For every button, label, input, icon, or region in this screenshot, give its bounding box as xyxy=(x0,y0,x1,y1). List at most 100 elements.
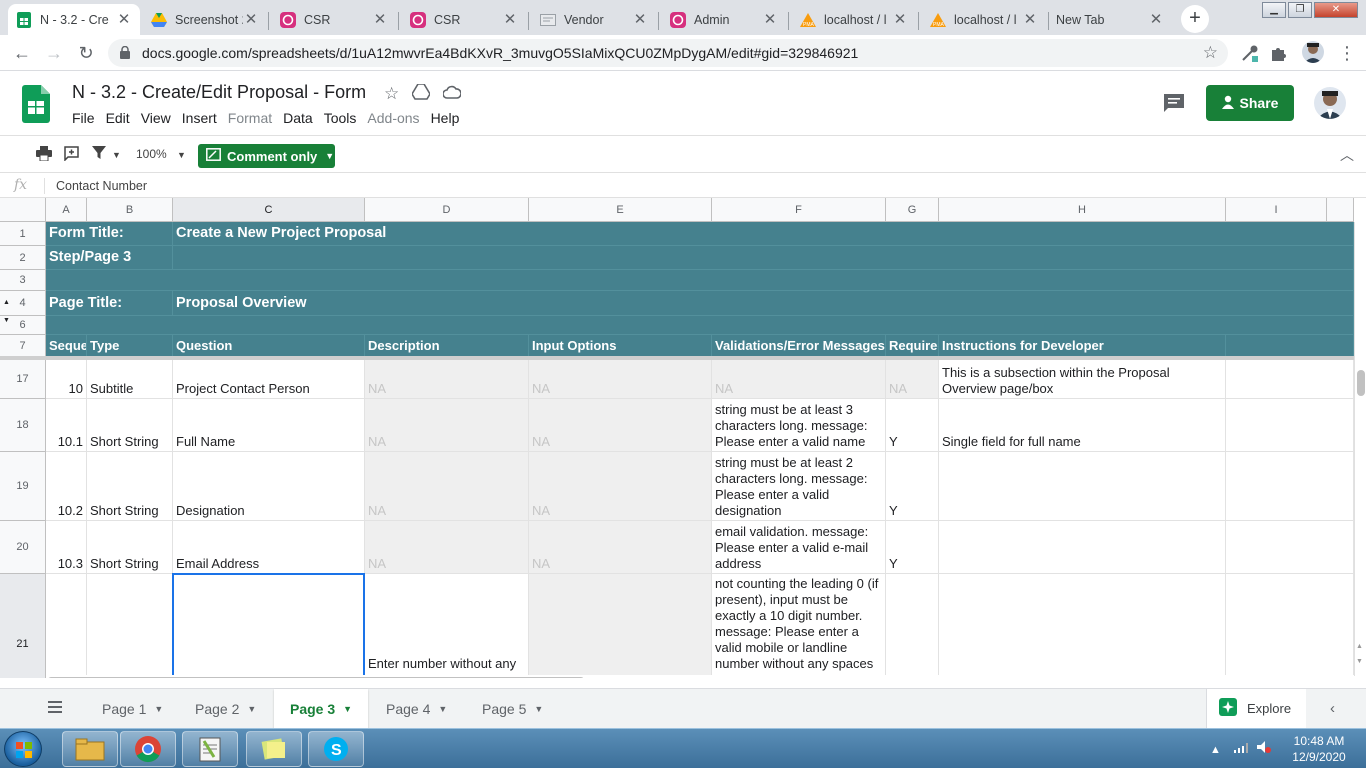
menu-file[interactable]: File xyxy=(72,110,95,126)
menu-tools[interactable]: Tools xyxy=(324,110,357,126)
sheet-tab-page-3[interactable]: Page 3 ▼ xyxy=(274,689,369,728)
back-button[interactable]: ← xyxy=(11,42,33,64)
vertical-scroll-thumb[interactable] xyxy=(1357,370,1365,396)
column-header-h[interactable]: H xyxy=(939,198,1226,222)
taskbar-sticky-notes[interactable] xyxy=(246,731,302,767)
taskbar-file-explorer[interactable] xyxy=(62,731,118,767)
column-header-f[interactable]: F xyxy=(712,198,886,222)
scroll-left-icon[interactable]: ‹ xyxy=(1323,675,1326,678)
select-all-corner[interactable] xyxy=(0,198,46,222)
table-cell[interactable] xyxy=(1226,335,1354,358)
table-cell[interactable] xyxy=(46,270,1354,291)
header-required[interactable]: Required xyxy=(886,335,939,358)
menu-insert[interactable]: Insert xyxy=(182,110,217,126)
minimize-button[interactable]: ▁ xyxy=(1262,2,1286,18)
column-header-g[interactable]: G xyxy=(886,198,939,222)
table-cell-instructions[interactable]: Single field for full name xyxy=(939,399,1226,452)
table-cell-instructions[interactable] xyxy=(939,574,1226,678)
table-cell-question[interactable]: Full Name xyxy=(173,399,365,452)
close-icon[interactable]: ✕ xyxy=(632,11,648,28)
browser-tab-vendor[interactable]: Vendor ✕ xyxy=(532,4,656,35)
start-button[interactable] xyxy=(4,731,42,767)
table-cell-question[interactable]: Project Contact Person xyxy=(173,360,365,399)
network-icon[interactable] xyxy=(1233,743,1248,756)
sheet-tab-page-1[interactable]: Page 1 ▼ xyxy=(86,689,179,728)
form-title-value[interactable]: Create a New Project Proposal xyxy=(173,222,1354,246)
table-cell-sequence[interactable]: 10.1 xyxy=(46,399,87,452)
share-button[interactable]: Share xyxy=(1206,85,1294,121)
filter-icon[interactable] xyxy=(92,146,106,163)
table-cell-options[interactable]: NA xyxy=(529,360,712,399)
insert-comment-icon[interactable] xyxy=(64,146,79,165)
account-avatar[interactable] xyxy=(1314,87,1346,119)
table-cell[interactable] xyxy=(1226,452,1354,521)
close-icon[interactable]: ✕ xyxy=(1148,11,1164,28)
reload-button[interactable]: ↻ xyxy=(75,42,97,64)
column-header-d[interactable]: D xyxy=(365,198,529,222)
close-icon[interactable]: ✕ xyxy=(116,11,132,28)
table-cell-type[interactable]: Short String xyxy=(87,521,173,574)
table-cell-required[interactable] xyxy=(886,574,939,678)
table-cell-sequence[interactable]: 10.3 xyxy=(46,521,87,574)
table-cell-type[interactable]: Short String xyxy=(87,452,173,521)
column-header-e[interactable]: E xyxy=(529,198,712,222)
table-cell-instructions[interactable]: This is a subsection within the Proposal… xyxy=(939,360,1226,399)
horizontal-scrollbar[interactable]: ‹ › xyxy=(46,675,1354,678)
table-cell-sequence[interactable]: 10 xyxy=(46,360,87,399)
browser-tab-screenshot[interactable]: Screenshot 2 ✕ xyxy=(143,4,267,35)
column-header-a[interactable]: A xyxy=(46,198,87,222)
row-header[interactable]: 18 xyxy=(0,399,46,452)
header-type[interactable]: Type xyxy=(87,335,173,358)
page-title-label[interactable]: Page Title: xyxy=(46,291,173,316)
browser-tab-admin[interactable]: Admin ✕ xyxy=(662,4,786,35)
extension-eyedropper-icon[interactable] xyxy=(1240,43,1260,66)
all-sheets-menu-icon[interactable] xyxy=(48,701,62,716)
row-header[interactable]: 19 xyxy=(0,452,46,521)
table-cell[interactable] xyxy=(1226,521,1354,574)
address-bar[interactable]: docs.google.com/spreadsheets/d/1uA12mwvr… xyxy=(108,39,1228,67)
taskbar-skype[interactable]: S xyxy=(308,731,364,767)
table-cell-sequence[interactable] xyxy=(46,574,87,678)
header-sequence[interactable]: Sequence xyxy=(46,335,87,358)
window-close-button[interactable]: ✕ xyxy=(1314,2,1358,18)
row-header[interactable]: 2 xyxy=(0,246,46,270)
zoom-dropdown-icon[interactable]: ▼ xyxy=(177,150,186,160)
table-cell-type[interactable] xyxy=(87,574,173,678)
table-cell-options[interactable] xyxy=(529,574,712,678)
sheet-tab-page-4[interactable]: Page 4 ▼ xyxy=(370,689,463,728)
collapse-toolbar-icon[interactable]: ︿ xyxy=(1340,145,1354,165)
sheet-tab-page-5[interactable]: Page 5 ▼ xyxy=(466,689,559,728)
column-header-i[interactable]: I xyxy=(1226,198,1327,222)
side-panel-toggle-icon[interactable]: ‹ xyxy=(1330,700,1335,717)
row-header[interactable]: 17 xyxy=(0,360,46,399)
profile-avatar[interactable] xyxy=(1302,41,1324,63)
menu-format[interactable]: Format xyxy=(228,110,272,126)
menu-help[interactable]: Help xyxy=(431,110,460,126)
comments-icon[interactable] xyxy=(1163,93,1185,116)
new-tab-button[interactable]: + xyxy=(1181,5,1209,33)
bookmark-star-icon[interactable]: ☆ xyxy=(1203,43,1218,63)
menu-edit[interactable]: Edit xyxy=(106,110,130,126)
filter-dropdown-icon[interactable]: ▼ xyxy=(112,150,121,160)
browser-tab-csr-2[interactable]: CSR ✕ xyxy=(402,4,526,35)
taskbar-notepad-plus[interactable] xyxy=(182,731,238,767)
hidden-rows-up-icon[interactable]: ▲ xyxy=(3,299,10,306)
table-cell[interactable] xyxy=(46,316,1354,335)
extensions-puzzle-icon[interactable] xyxy=(1270,44,1288,65)
table-cell-instructions[interactable] xyxy=(939,521,1226,574)
table-cell-required[interactable]: Y xyxy=(886,452,939,521)
table-cell-description[interactable]: NA xyxy=(365,521,529,574)
page-title-value[interactable]: Proposal Overview xyxy=(173,291,1354,316)
close-icon[interactable]: ✕ xyxy=(762,11,778,28)
maximize-button[interactable]: ❐ xyxy=(1288,2,1312,18)
volume-muted-icon[interactable] xyxy=(1257,741,1272,756)
header-description[interactable]: Description xyxy=(365,335,529,358)
table-cell[interactable] xyxy=(1226,574,1354,678)
browser-tab-phpmyadmin-2[interactable]: PMA localhost / l ✕ xyxy=(922,4,1046,35)
star-icon[interactable]: ☆ xyxy=(384,84,399,104)
header-instructions[interactable]: Instructions for Developer xyxy=(939,335,1226,358)
move-to-drive-icon[interactable] xyxy=(411,83,431,105)
table-cell-required[interactable]: Y xyxy=(886,399,939,452)
column-header-b[interactable]: B xyxy=(87,198,173,222)
cloud-saved-icon[interactable] xyxy=(442,84,462,104)
